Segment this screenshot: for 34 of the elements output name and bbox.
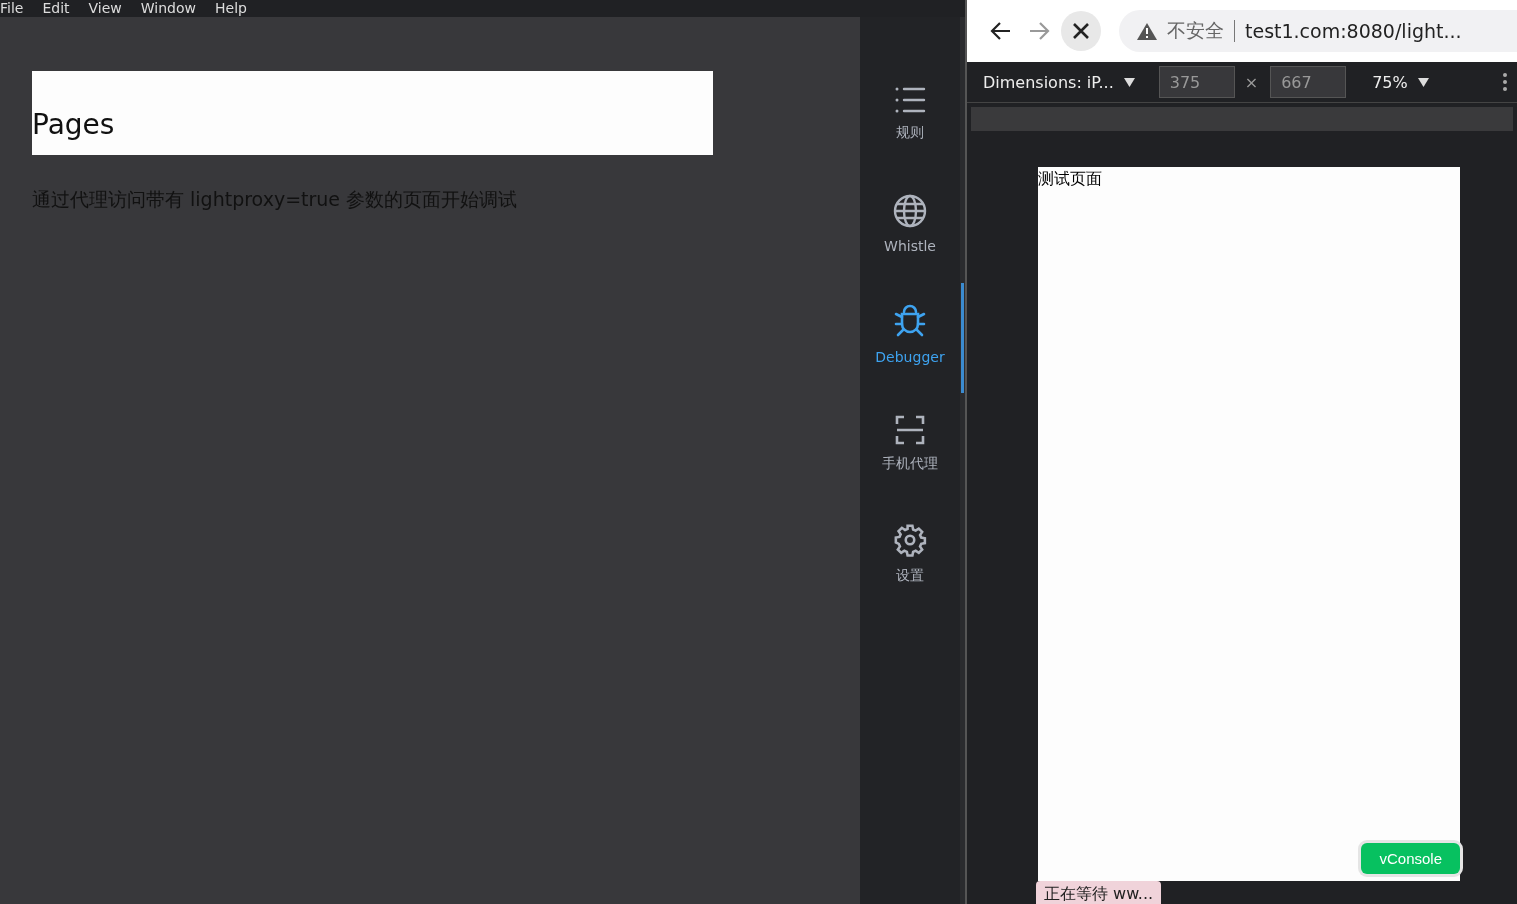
bug-icon [893,303,927,339]
more-icon[interactable] [1503,73,1507,91]
scan-icon [895,415,925,445]
width-field[interactable]: 375 [1158,66,1235,98]
security-label: 不安全 [1167,18,1224,43]
settings-icon [893,523,927,557]
menu-item[interactable]: Edit [42,0,70,17]
sidebar-item[interactable]: 规则 [860,59,960,169]
sidebar-item[interactable]: Whistle [860,169,960,279]
stop-button[interactable] [1061,11,1101,51]
height-field[interactable]: 667 [1270,66,1347,98]
times-sign: × [1244,72,1259,92]
list-icon [894,86,926,114]
globe-icon [893,194,927,228]
forward-icon[interactable] [1029,21,1051,41]
sidebar-item[interactable]: 手机代理 [860,389,960,499]
url-text: test1.com:8080/light... [1245,20,1462,42]
device-dropdown[interactable]: Dimensions: iP... [983,72,1114,92]
sidebar-item[interactable]: Debugger [860,279,960,389]
address-bar[interactable]: 不安全 test1.com:8080/light... [1119,10,1517,52]
menu-item[interactable]: File [0,0,24,17]
page-text: 测试页面 [1038,169,1102,190]
sidebar-item[interactable]: 设置 [860,499,960,609]
back-icon[interactable] [989,21,1011,41]
dropdown-icon[interactable] [1417,77,1429,87]
menu-item[interactable]: Help [215,0,247,17]
warning-icon [1137,22,1157,40]
zoom-dropdown[interactable]: 75% [1372,72,1408,92]
page-title: Pages [32,108,115,141]
menu-item[interactable]: View [88,0,122,17]
status-bubble: 正在等待 ww... [1036,881,1162,904]
close-icon [1072,22,1090,40]
menu-item[interactable]: Window [140,0,196,17]
dropdown-icon[interactable] [1123,77,1135,87]
